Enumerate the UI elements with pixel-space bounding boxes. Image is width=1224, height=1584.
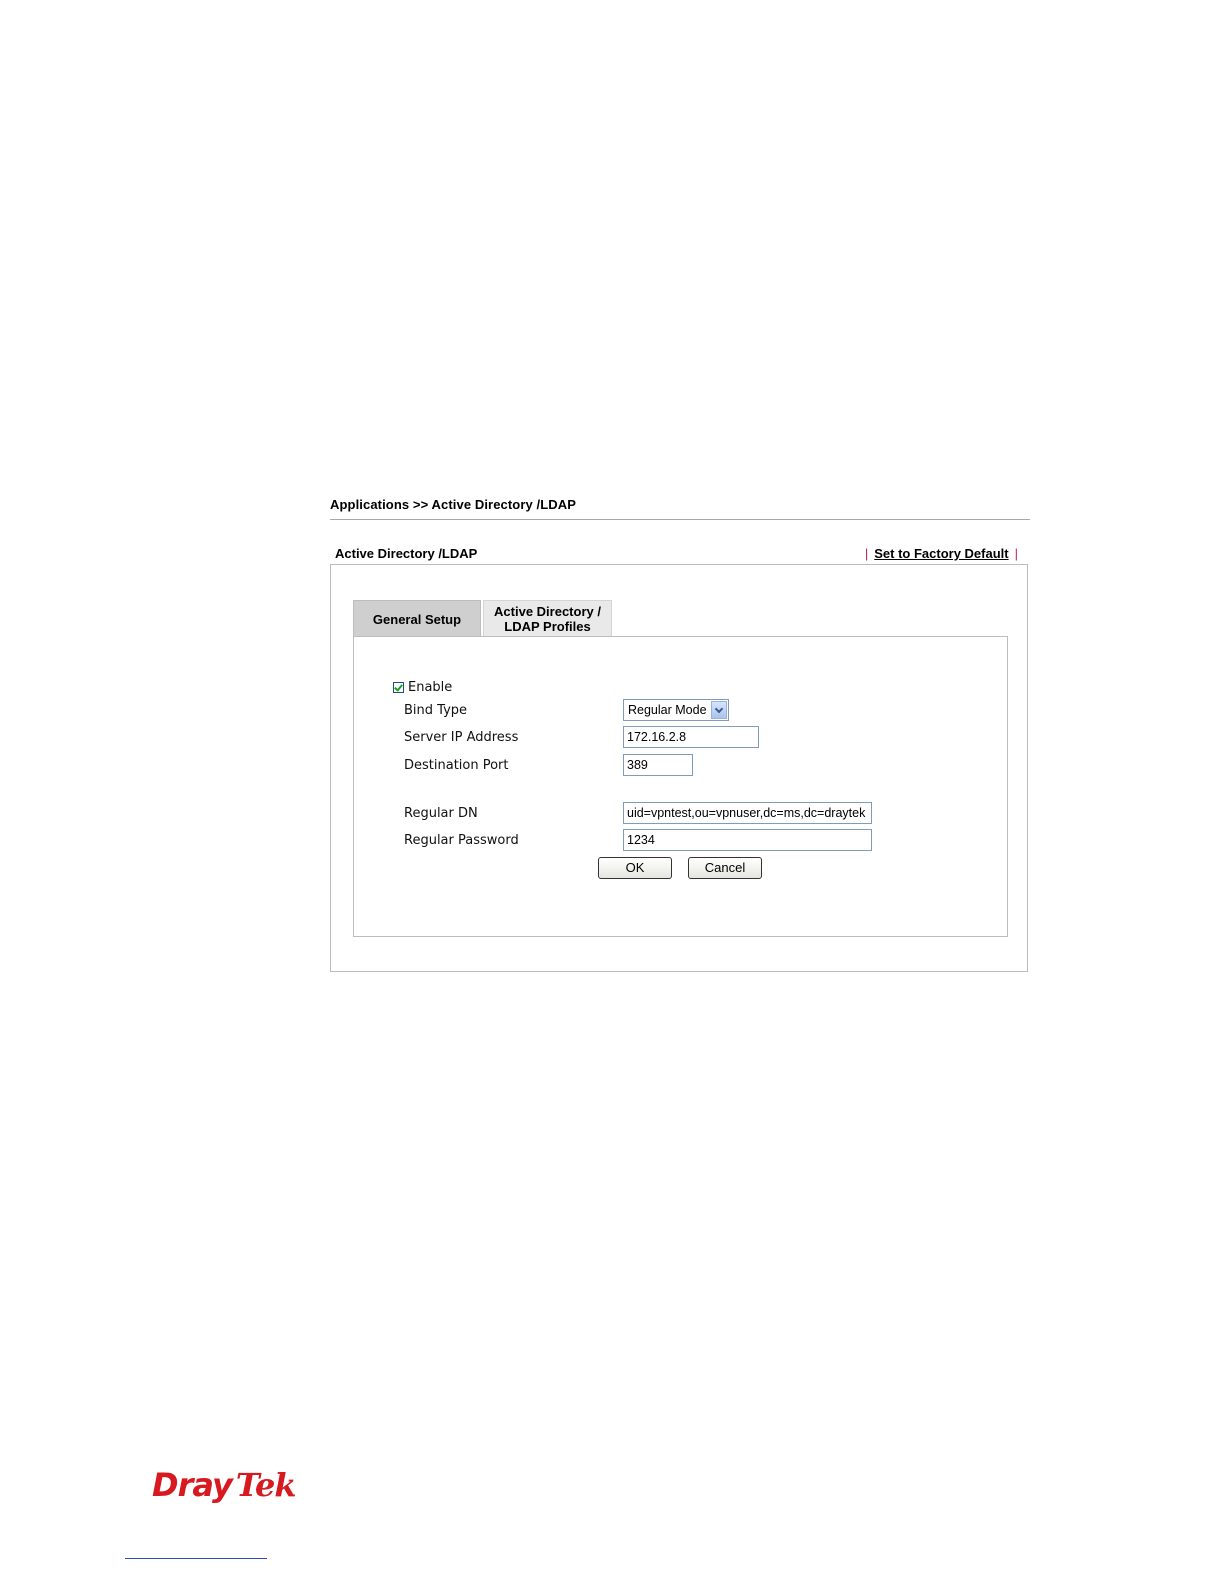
bind-type-value: Regular Mode <box>628 703 707 717</box>
regular-password-input[interactable]: 1234 <box>623 829 872 851</box>
set-to-factory-default-link[interactable]: Set to Factory Default <box>874 546 1008 561</box>
tab-label-line1: Active Directory / <box>494 604 601 619</box>
server-ip-input[interactable]: 172.16.2.8 <box>623 726 759 748</box>
ok-button[interactable]: OK <box>598 857 672 879</box>
cancel-button[interactable]: Cancel <box>688 857 762 879</box>
tab-ldap-profiles[interactable]: Active Directory / LDAP Profiles <box>483 600 612 637</box>
regular-password-label: Regular Password <box>404 833 519 848</box>
regular-dn-input[interactable]: uid=vpntest,ou=vpnuser,dc=ms,dc=draytek <box>623 802 872 824</box>
separator: | <box>1014 546 1018 561</box>
separator: | <box>864 546 869 561</box>
tab-general-setup[interactable]: General Setup <box>353 600 481 637</box>
regular-dn-label: Regular DN <box>404 806 478 821</box>
logo-text-tek: Tek <box>235 1466 297 1504</box>
section-title: Active Directory /LDAP <box>335 546 478 561</box>
enable-label: Enable <box>408 679 453 695</box>
server-ip-label: Server IP Address <box>404 730 519 745</box>
tab-label: General Setup <box>372 612 462 627</box>
draytek-logo: Dray Tek <box>152 1466 297 1504</box>
bind-type-select[interactable]: Regular Mode <box>623 699 729 721</box>
enable-checkbox[interactable] <box>393 681 404 693</box>
tab-label-line2: LDAP Profiles <box>504 619 591 634</box>
factory-default-bar: | Set to Factory Default | <box>859 546 1024 561</box>
breadcrumb-divider <box>330 519 1030 520</box>
footer-divider <box>125 1558 267 1559</box>
breadcrumb: Applications >> Active Directory /LDAP <box>330 497 577 512</box>
bind-type-label: Bind Type <box>404 703 468 718</box>
enable-row: Enable <box>393 679 452 695</box>
destination-port-label: Destination Port <box>404 758 509 773</box>
chevron-down-icon[interactable] <box>711 701 727 719</box>
destination-port-input[interactable]: 389 <box>623 754 693 776</box>
logo-text-dray: Dray <box>152 1466 233 1504</box>
